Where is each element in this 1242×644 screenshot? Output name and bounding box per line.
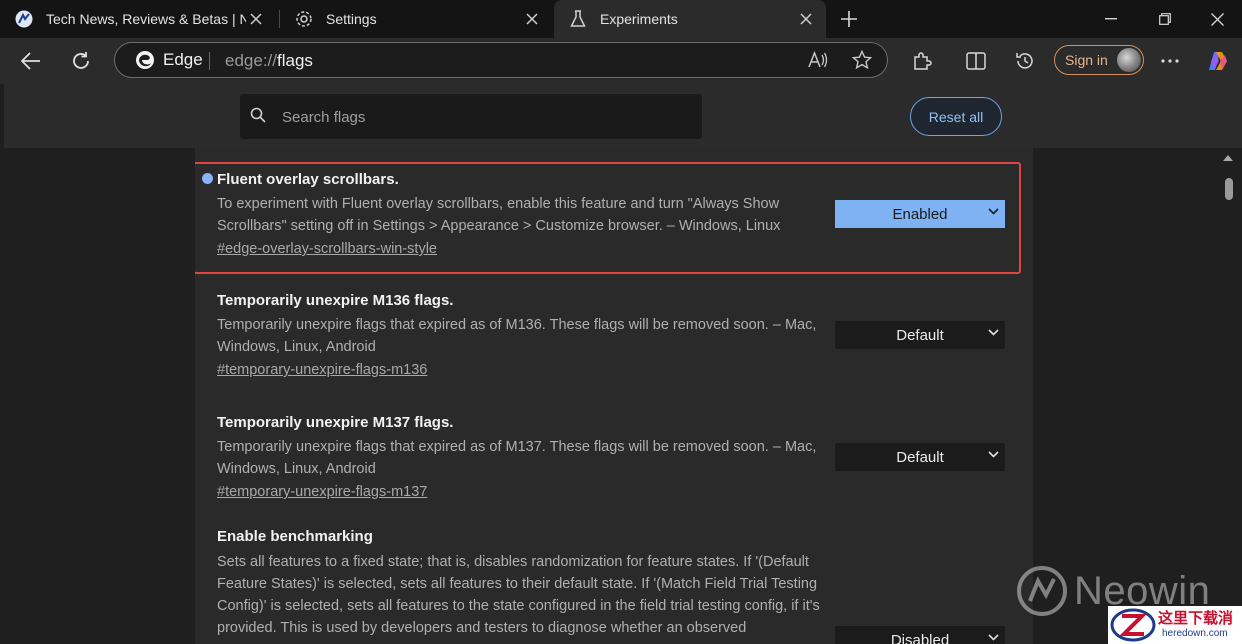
flag-state-select[interactable]: Enabled [835,200,1005,228]
chevron-down-icon [988,451,999,458]
chevron-down-icon [988,329,999,336]
tab-settings[interactable]: Settings [280,0,552,38]
edge-logo-icon [136,51,154,69]
back-arrow-icon [21,52,40,70]
search-box[interactable] [240,94,702,141]
flags-list: Fluent overlay scrollbars. To experiment… [195,148,1033,644]
flag-state-select[interactable]: Default [835,443,1005,471]
flag-title: Temporarily unexpire M137 flags. [217,414,454,431]
more-dots-icon [1161,59,1179,63]
copilot-button[interactable] [1203,46,1233,76]
close-icon[interactable] [246,9,266,29]
sign-in-button[interactable]: Sign in [1054,45,1144,75]
neowin-logo-icon [1017,566,1067,616]
site-domain: heredown.com [1162,628,1228,639]
new-tab-button[interactable] [836,6,862,32]
flag-item: Enable benchmarking Sets all features to… [195,528,1033,644]
toolbar: Edge edge://flags Sign in [0,38,1242,84]
flag-title: Enable benchmarking [217,528,373,545]
select-value: Default [896,326,944,344]
scroll-up-arrow-icon[interactable] [1222,154,1234,162]
flag-anchor-link[interactable]: #temporary-unexpire-flags-m137 [217,484,427,500]
flag-description: Temporarily unexpire flags that expired … [217,317,817,355]
extensions-button[interactable] [907,46,937,76]
refresh-button[interactable] [66,46,96,76]
flag-description: Temporarily unexpire flags that expired … [217,439,817,477]
history-button[interactable] [1010,46,1040,76]
chevron-down-icon [988,208,999,215]
minimize-icon [1105,18,1117,20]
z-logo-icon [1110,608,1156,642]
neowin-favicon [14,9,34,29]
search-input[interactable] [280,94,694,141]
flag-state-select[interactable]: Default [835,321,1005,349]
avatar [1117,48,1141,72]
address-bar[interactable]: Edge edge://flags [114,42,888,78]
flag-item: Fluent overlay scrollbars. To experiment… [195,148,1033,284]
read-aloud-icon [808,51,828,68]
omnibox-brand-label: Edge [163,50,203,69]
plus-icon [841,11,857,27]
flag-anchor-link[interactable]: #temporary-unexpire-flags-m136 [217,362,427,378]
flag-item: Temporarily unexpire M136 flags. Tempora… [195,284,1033,406]
flag-state-select[interactable]: Disabled [835,626,1005,644]
scrollbar-thumb[interactable] [1225,178,1233,200]
gear-icon [294,9,314,29]
site-logo-watermark: 这里下载消 heredown.com [1108,606,1242,644]
close-window-button[interactable] [1190,0,1242,38]
flag-description: Sets all features to a fixed state; that… [217,554,820,636]
site-name-chinese: 这里下载消 [1158,610,1234,627]
favorite-button[interactable] [847,45,877,75]
close-icon[interactable] [796,9,816,29]
read-aloud-button[interactable] [803,45,833,75]
page-content: Reset all Fluent overlay scrollbars. To … [4,84,1242,644]
select-value: Disabled [890,631,950,644]
tab-title: Tech News, Reviews & Betas | Neowin [46,11,246,27]
flag-description: To experiment with Fluent overlay scroll… [217,196,781,234]
sign-in-label: Sign in [1065,52,1108,68]
tab-strip: Tech News, Reviews & Betas | Neowin Sett… [0,0,1242,38]
flag-title: Temporarily unexpire M136 flags. [217,292,454,309]
split-screen-button[interactable] [961,46,991,76]
copilot-icon [1209,52,1227,70]
url-path: flags [277,51,313,70]
url-scheme: edge:// [225,51,277,70]
flags-header: Reset all [4,84,1242,148]
flag-item: Temporarily unexpire M137 flags. Tempora… [195,406,1033,528]
flag-anchor-link[interactable]: #edge-overlay-scrollbars-win-style [217,241,437,257]
select-value: Enabled [892,205,948,223]
minimize-button[interactable] [1084,0,1138,38]
omnibox-divider [209,52,210,70]
chevron-down-icon [988,634,999,641]
flask-icon [568,9,588,29]
star-icon [852,50,872,70]
tab-neowin[interactable]: Tech News, Reviews & Betas | Neowin [0,0,276,38]
history-icon [1016,53,1033,69]
tab-title: Experiments [600,11,678,27]
refresh-icon [73,52,89,69]
url-text[interactable]: edge://flags [225,51,313,71]
tab-title: Settings [326,11,377,27]
select-value: Default [896,448,944,466]
restore-button[interactable] [1138,0,1192,38]
tab-experiments[interactable]: Experiments [554,0,826,38]
back-button[interactable] [16,46,46,76]
close-icon[interactable] [522,9,542,29]
close-icon [1210,12,1224,26]
reset-all-button[interactable]: Reset all [910,97,1002,136]
more-menu-button[interactable] [1155,46,1185,76]
restore-icon [1159,13,1171,25]
split-screen-icon [966,52,986,70]
flag-title: Fluent overlay scrollbars. [217,171,399,188]
modified-indicator [202,173,213,184]
search-icon [250,107,266,123]
puzzle-icon [914,52,932,70]
edge-brand: Edge [135,50,203,70]
